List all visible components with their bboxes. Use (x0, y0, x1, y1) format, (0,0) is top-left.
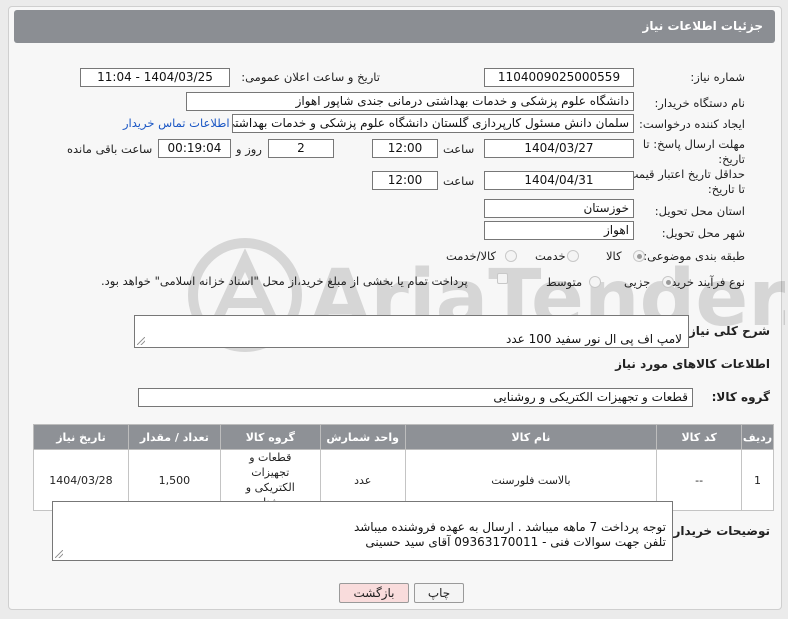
deadline-time-field: 12:00 (372, 139, 438, 158)
description-label: شرح کلی نیاز: (684, 324, 770, 338)
buyer-notes-label: توضیحات خریدار: (668, 524, 770, 538)
buyer-notes-text: توجه پرداخت 7 ماهه میباشد . ارسال به عهد… (353, 520, 666, 549)
buyer-contact-link[interactable]: اطلاعات تماس خریدار (123, 116, 230, 130)
creator-field: سلمان دانش مسئول کارپردازی گلستان دانشگا… (232, 114, 634, 133)
col-header-unit: واحد شمارش (319, 424, 406, 450)
creator-label: ایجاد کننده درخواست: (639, 117, 745, 131)
back-button[interactable]: بازگشت (339, 583, 409, 603)
province-label: استان محل تحویل: (654, 204, 745, 218)
announce-label: تاریخ و ساعت اعلان عمومی: (241, 70, 380, 84)
price-validity-date-field: 1404/04/31 (484, 171, 634, 190)
col-header-quantity: تعداد / مقدار (127, 424, 221, 450)
col-header-name: نام کالا (404, 424, 658, 450)
deadline-label: مهلت ارسال پاسخ: تا تاریخ: (642, 137, 745, 166)
purchase-option-minor: جزیی (624, 275, 651, 289)
category-radio-service[interactable] (567, 250, 579, 262)
deadline-days-field: 2 (268, 139, 334, 158)
price-validity-time-field: 12:00 (372, 171, 438, 190)
category-option-goods: کالا (606, 249, 622, 263)
purchase-type-label: نوع فرآیند خرید : (663, 275, 745, 289)
category-option-goods-service: کالا/خدمت (446, 249, 497, 263)
col-header-need-date: تاریخ نیاز (33, 424, 129, 450)
table-header-row: ردیف کد کالا نام کالا واحد شمارش گروه کا… (33, 424, 774, 450)
purchase-radio-minor[interactable] (662, 276, 674, 288)
items-section-title: اطلاعات کالاهای مورد نیاز (615, 357, 770, 371)
treasury-checkbox[interactable] (497, 273, 508, 284)
category-label: طبقه بندی موضوعی: (643, 249, 745, 263)
remaining-time-label: ساعت باقی مانده (67, 142, 153, 156)
goods-group-label: گروه کالا: (711, 390, 770, 404)
city-label: شهر محل تحویل: (661, 226, 745, 240)
price-validity-label: حداقل تاریخ اعتبار قیمت: تا تاریخ: (623, 167, 745, 196)
deadline-time-label: ساعت (443, 142, 475, 156)
description-textarea[interactable]: لامپ اف پی ال نور سفید 100 عدد ترانس اف … (134, 315, 689, 348)
buyer-org-label: نام دستگاه خریدار: (654, 96, 745, 110)
need-number-field: 1104009025000559 (484, 68, 634, 87)
panel-header: جزئیات اطلاعات نیاز (14, 10, 775, 43)
purchase-option-medium: متوسط (546, 275, 583, 289)
deadline-days-label: روز و (236, 142, 262, 156)
col-header-row-number: ردیف (741, 424, 774, 450)
items-table: ردیف کد کالا نام کالا واحد شمارش گروه کا… (33, 424, 774, 511)
buyer-notes-textarea[interactable]: توجه پرداخت 7 ماهه میباشد . ارسال به عهد… (52, 501, 673, 561)
resize-grip-icon[interactable] (55, 550, 63, 558)
province-field: خوزستان (484, 199, 634, 218)
goods-group-field: قطعات و تجهیزات الکتریکی و روشنایی (138, 388, 693, 407)
category-radio-goods-service[interactable] (505, 250, 517, 262)
category-option-service: خدمت (535, 249, 566, 263)
need-number-label: شماره نیاز: (690, 70, 745, 84)
purchase-radio-medium[interactable] (589, 276, 601, 288)
description-text: لامپ اف پی ال نور سفید 100 عدد ترانس اف … (505, 332, 682, 346)
deadline-date-field: 1404/03/27 (484, 139, 634, 158)
col-header-group: گروه کالا (219, 424, 321, 450)
price-validity-time-label: ساعت (443, 174, 475, 188)
resize-grip-icon[interactable] (137, 337, 145, 345)
category-radio-goods[interactable] (633, 250, 645, 262)
announce-field: 1404/03/25 - 11:04 (80, 68, 230, 87)
buyer-org-field: دانشگاه علوم پزشکی و خدمات بهداشتی درمان… (186, 92, 634, 111)
cell-row-number: 1 (741, 449, 774, 511)
col-header-code: کد کالا (656, 424, 743, 450)
print-button[interactable]: چاپ (414, 583, 464, 603)
treasury-note: پرداخت تمام یا بخشی از مبلغ خرید،از محل … (101, 274, 468, 288)
remaining-time-field: 00:19:04 (158, 139, 231, 158)
city-field: اهواز (484, 221, 634, 240)
